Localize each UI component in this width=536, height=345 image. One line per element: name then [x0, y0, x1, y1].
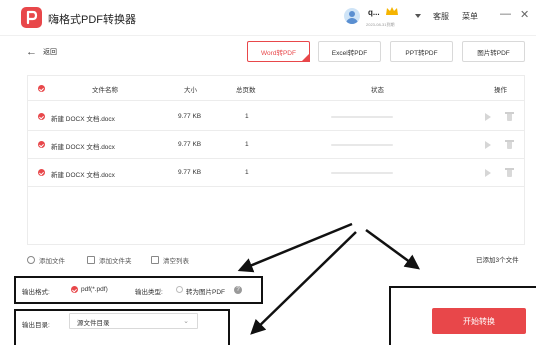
user-name[interactable]: q...: [368, 8, 380, 17]
header-action: 操作: [494, 87, 507, 94]
minimize-button[interactable]: —: [500, 8, 511, 20]
add-folder-button[interactable]: 添加文件夹: [87, 255, 132, 265]
folder-icon: [87, 256, 95, 264]
row-size: 9.77 KB: [178, 169, 202, 176]
row-progress-bar: [331, 172, 393, 174]
tab-ppt-to-pdf[interactable]: PPT转PDF: [390, 41, 453, 62]
row-progress-bar: [331, 116, 393, 118]
header-size: 大小: [184, 87, 197, 94]
back-arrow-icon: ←: [26, 46, 37, 58]
clear-list-label: 清空列表: [163, 258, 189, 265]
arrow-to-directory: [250, 231, 357, 335]
user-dropdown-icon[interactable]: [415, 14, 421, 18]
file-count: 已添加3个文件: [476, 257, 519, 264]
title-bar: 嗨格式PDF转换器 q... 2023-08-31到期 客服 菜单 — ✕: [0, 0, 536, 36]
tab-label: 图片转PDF: [477, 49, 510, 57]
pdf-format-label[interactable]: pdf(*.pdf): [81, 286, 108, 293]
row-file-name: 新建 DOCX 文档.docx: [51, 144, 115, 151]
play-icon[interactable]: [485, 113, 491, 121]
header-status: 状态: [371, 87, 384, 94]
output-directory-value: 源文件目录: [77, 320, 110, 327]
pdf-format-radio[interactable]: [71, 286, 78, 293]
tab-word-to-pdf[interactable]: Word转PDF: [247, 41, 310, 62]
row-size: 9.77 KB: [178, 113, 202, 120]
trash-icon[interactable]: [505, 112, 514, 121]
file-table: 文件名称 大小 总页数 状态 操作 新建 DOCX 文档.docx 9.77 K…: [27, 75, 525, 245]
row-checkbox[interactable]: [38, 141, 45, 148]
user-expire-date: 2023-08-31到期: [366, 22, 395, 27]
header-pages: 总页数: [236, 87, 256, 94]
table-row[interactable]: 新建 DOCX 文档.docx 9.77 KB 1: [28, 131, 524, 159]
row-file-name: 新建 DOCX 文档.docx: [51, 116, 115, 123]
tab-label: Excel转PDF: [331, 49, 368, 57]
row-pages: 1: [245, 141, 249, 148]
chevron-down-icon: ⌄: [183, 318, 189, 325]
output-type-label: 输出类型:: [135, 289, 163, 296]
row-pages: 1: [245, 169, 249, 176]
row-file-name: 新建 DOCX 文档.docx: [51, 172, 115, 179]
menu-link[interactable]: 菜单: [462, 11, 478, 22]
image-pdf-radio[interactable]: [176, 286, 183, 293]
row-pages: 1: [245, 113, 249, 120]
user-avatar[interactable]: [344, 8, 360, 24]
play-icon[interactable]: [485, 169, 491, 177]
close-button[interactable]: ✕: [520, 8, 529, 21]
image-pdf-label[interactable]: 转为图片PDF: [186, 286, 225, 296]
table-row[interactable]: 新建 DOCX 文档.docx 9.77 KB 1: [28, 159, 524, 187]
row-checkbox[interactable]: [38, 169, 45, 176]
play-icon[interactable]: [485, 141, 491, 149]
start-convert-button[interactable]: 开始转换: [432, 308, 526, 334]
output-directory-label: 输出目录:: [22, 322, 50, 329]
vip-crown-icon: [386, 7, 398, 15]
tab-label: Word转PDF: [261, 49, 296, 57]
tab-excel-to-pdf[interactable]: Excel转PDF: [318, 41, 381, 62]
app-title: 嗨格式PDF转换器: [48, 14, 136, 26]
trash-icon[interactable]: [505, 168, 514, 177]
start-convert-label: 开始转换: [463, 316, 495, 326]
output-directory-select[interactable]: 源文件目录 ⌄: [69, 313, 198, 329]
clear-list-button[interactable]: 清空列表: [151, 255, 189, 265]
output-format-box: 输出格式: pdf(*.pdf) 输出类型: 转为图片PDF ?: [14, 276, 263, 304]
tab-active-corner: [301, 53, 310, 62]
back-button[interactable]: ← 返回: [26, 46, 57, 58]
table-row[interactable]: 新建 DOCX 文档.docx 9.77 KB 1: [28, 103, 524, 131]
row-progress-bar: [331, 144, 393, 146]
tab-label: PPT转PDF: [405, 49, 438, 57]
back-label: 返回: [43, 49, 57, 56]
output-format-label: 输出格式:: [22, 289, 50, 296]
service-link[interactable]: 客服: [433, 11, 449, 22]
add-file-button[interactable]: 添加文件: [27, 255, 65, 265]
add-folder-label: 添加文件夹: [99, 258, 132, 265]
header-file-name: 文件名称: [92, 87, 118, 94]
pdf-logo-icon: [21, 7, 42, 28]
tab-image-to-pdf[interactable]: 图片转PDF: [462, 41, 525, 62]
row-checkbox[interactable]: [38, 113, 45, 120]
trash-icon[interactable]: [505, 140, 514, 149]
add-file-label: 添加文件: [39, 258, 65, 265]
add-file-icon: [27, 256, 35, 264]
help-icon[interactable]: ?: [234, 286, 242, 294]
select-all-checkbox[interactable]: [38, 85, 45, 92]
row-size: 9.77 KB: [178, 141, 202, 148]
table-header: 文件名称 大小 总页数 状态 操作: [28, 76, 524, 101]
trash-icon: [151, 256, 159, 264]
